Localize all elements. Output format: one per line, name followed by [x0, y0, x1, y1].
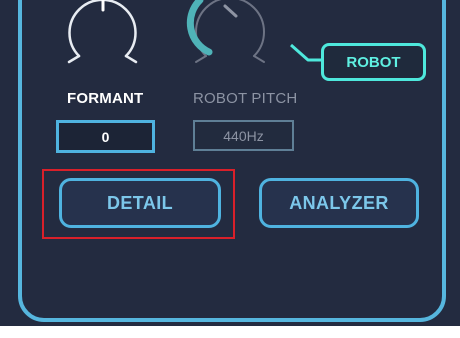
formant-knob[interactable] — [67, 0, 138, 64]
robot-pitch-knob[interactable] — [186, 0, 265, 63]
selection-highlight — [42, 169, 235, 239]
formant-label: FORMANT — [67, 90, 144, 107]
robot-pitch-label: ROBOT PITCH — [193, 90, 298, 107]
robot-pitch-knob-pointer — [223, 4, 238, 18]
robot-pitch-value-field[interactable]: 440Hz — [193, 120, 294, 151]
bottom-strip — [0, 326, 460, 338]
robot-mode-button[interactable]: ROBOT — [321, 43, 426, 81]
mode-connector-line — [290, 43, 323, 62]
analyzer-button[interactable]: ANALYZER — [259, 178, 419, 228]
formant-value-field[interactable]: 0 — [56, 120, 155, 153]
